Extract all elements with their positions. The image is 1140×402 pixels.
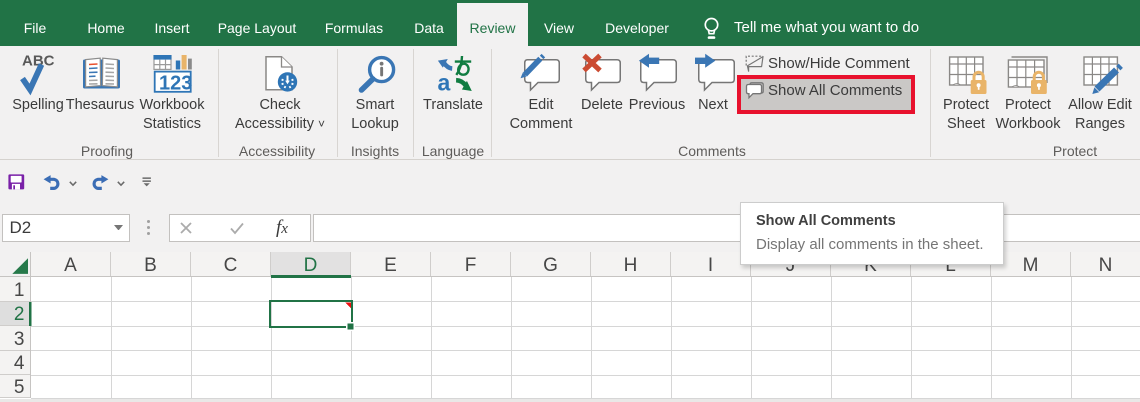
svg-text:123: 123 [159,73,192,94]
svg-text:a: a [438,70,451,93]
